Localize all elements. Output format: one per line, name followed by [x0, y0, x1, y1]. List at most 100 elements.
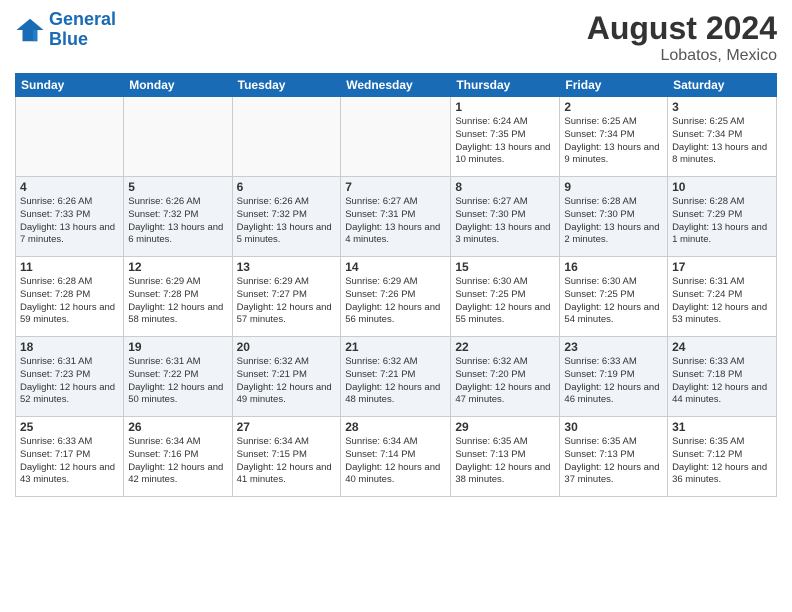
day-number: 1 [455, 100, 555, 114]
day-number: 11 [20, 260, 119, 274]
calendar-cell: 21 Sunrise: 6:32 AM Sunset: 7:21 PM Dayli… [341, 337, 451, 417]
calendar-cell [16, 97, 124, 177]
day-number: 21 [345, 340, 446, 354]
calendar-cell: 15 Sunrise: 6:30 AM Sunset: 7:25 PM Dayli… [451, 257, 560, 337]
col-wednesday: Wednesday [341, 74, 451, 97]
day-number: 13 [237, 260, 337, 274]
day-number: 18 [20, 340, 119, 354]
day-number: 28 [345, 420, 446, 434]
day-info: Sunrise: 6:33 AM Sunset: 7:18 PM Dayligh… [672, 356, 772, 407]
calendar-cell: 18 Sunrise: 6:31 AM Sunset: 7:23 PM Dayli… [16, 337, 124, 417]
month-year: August 2024 [587, 10, 777, 47]
calendar-cell: 20 Sunrise: 6:32 AM Sunset: 7:21 PM Dayli… [232, 337, 341, 417]
day-number: 3 [672, 100, 772, 114]
day-info: Sunrise: 6:28 AM Sunset: 7:29 PM Dayligh… [672, 196, 772, 247]
calendar-week-3: 11 Sunrise: 6:28 AM Sunset: 7:28 PM Dayli… [16, 257, 777, 337]
day-info: Sunrise: 6:31 AM Sunset: 7:22 PM Dayligh… [128, 356, 227, 407]
calendar-cell [341, 97, 451, 177]
logo-blue: Blue [49, 29, 88, 49]
calendar-cell: 13 Sunrise: 6:29 AM Sunset: 7:27 PM Dayli… [232, 257, 341, 337]
calendar-cell: 12 Sunrise: 6:29 AM Sunset: 7:28 PM Dayli… [124, 257, 232, 337]
day-info: Sunrise: 6:26 AM Sunset: 7:32 PM Dayligh… [128, 196, 227, 247]
day-number: 26 [128, 420, 227, 434]
calendar-cell: 5 Sunrise: 6:26 AM Sunset: 7:32 PM Daylig… [124, 177, 232, 257]
day-number: 20 [237, 340, 337, 354]
day-info: Sunrise: 6:24 AM Sunset: 7:35 PM Dayligh… [455, 116, 555, 167]
calendar-cell: 30Sunrise: 6:35 AM Sunset: 7:13 PM Dayli… [560, 417, 668, 497]
day-info: Sunrise: 6:30 AM Sunset: 7:25 PM Dayligh… [564, 276, 663, 327]
day-info: Sunrise: 6:25 AM Sunset: 7:34 PM Dayligh… [564, 116, 663, 167]
calendar-week-2: 4 Sunrise: 6:26 AM Sunset: 7:33 PM Daylig… [16, 177, 777, 257]
day-info: Sunrise: 6:27 AM Sunset: 7:31 PM Dayligh… [345, 196, 446, 247]
calendar-cell: 6 Sunrise: 6:26 AM Sunset: 7:32 PM Daylig… [232, 177, 341, 257]
day-number: 7 [345, 180, 446, 194]
logo: General Blue [15, 10, 116, 50]
col-friday: Friday [560, 74, 668, 97]
day-number: 27 [237, 420, 337, 434]
day-info: Sunrise: 6:29 AM Sunset: 7:27 PM Dayligh… [237, 276, 337, 327]
day-number: 6 [237, 180, 337, 194]
day-info: Sunrise: 6:32 AM Sunset: 7:21 PM Dayligh… [345, 356, 446, 407]
calendar-cell: 9Sunrise: 6:28 AM Sunset: 7:30 PM Daylig… [560, 177, 668, 257]
calendar-cell: 22Sunrise: 6:32 AM Sunset: 7:20 PM Dayli… [451, 337, 560, 417]
calendar-cell: 10 Sunrise: 6:28 AM Sunset: 7:29 PM Dayli… [668, 177, 777, 257]
day-info: Sunrise: 6:25 AM Sunset: 7:34 PM Dayligh… [672, 116, 772, 167]
day-number: 17 [672, 260, 772, 274]
logo-icon [15, 15, 45, 45]
day-info: Sunrise: 6:35 AM Sunset: 7:12 PM Dayligh… [672, 436, 772, 487]
day-number: 25 [20, 420, 119, 434]
day-number: 24 [672, 340, 772, 354]
calendar-cell: 11 Sunrise: 6:28 AM Sunset: 7:28 PM Dayli… [16, 257, 124, 337]
day-info: Sunrise: 6:34 AM Sunset: 7:14 PM Dayligh… [345, 436, 446, 487]
calendar-cell: 1 Sunrise: 6:24 AM Sunset: 7:35 PM Daylig… [451, 97, 560, 177]
day-number: 15 [455, 260, 555, 274]
calendar-week-4: 18 Sunrise: 6:31 AM Sunset: 7:23 PM Dayli… [16, 337, 777, 417]
day-info: Sunrise: 6:29 AM Sunset: 7:28 PM Dayligh… [128, 276, 227, 327]
day-number: 30 [564, 420, 663, 434]
calendar-cell: 14Sunrise: 6:29 AM Sunset: 7:26 PM Dayli… [341, 257, 451, 337]
calendar-cell: 2 Sunrise: 6:25 AM Sunset: 7:34 PM Daylig… [560, 97, 668, 177]
day-info: Sunrise: 6:29 AM Sunset: 7:26 PM Dayligh… [345, 276, 446, 327]
calendar-cell: 19 Sunrise: 6:31 AM Sunset: 7:22 PM Dayli… [124, 337, 232, 417]
calendar-cell: 29Sunrise: 6:35 AM Sunset: 7:13 PM Dayli… [451, 417, 560, 497]
calendar-cell: 4 Sunrise: 6:26 AM Sunset: 7:33 PM Daylig… [16, 177, 124, 257]
day-number: 16 [564, 260, 663, 274]
day-number: 4 [20, 180, 119, 194]
day-info: Sunrise: 6:26 AM Sunset: 7:32 PM Dayligh… [237, 196, 337, 247]
calendar-cell: 16 Sunrise: 6:30 AM Sunset: 7:25 PM Dayli… [560, 257, 668, 337]
col-monday: Monday [124, 74, 232, 97]
day-info: Sunrise: 6:28 AM Sunset: 7:28 PM Dayligh… [20, 276, 119, 327]
logo-text: General Blue [49, 10, 116, 50]
day-number: 2 [564, 100, 663, 114]
logo-general: General [49, 9, 116, 29]
calendar-cell: 7 Sunrise: 6:27 AM Sunset: 7:31 PM Daylig… [341, 177, 451, 257]
day-number: 5 [128, 180, 227, 194]
header: General Blue August 2024 Lobatos, Mexico [15, 10, 777, 65]
title-block: August 2024 Lobatos, Mexico [587, 10, 777, 65]
day-info: Sunrise: 6:32 AM Sunset: 7:20 PM Dayligh… [455, 356, 555, 407]
calendar-cell [124, 97, 232, 177]
day-number: 19 [128, 340, 227, 354]
calendar-week-5: 25Sunrise: 6:33 AM Sunset: 7:17 PM Dayli… [16, 417, 777, 497]
calendar-cell: 28 Sunrise: 6:34 AM Sunset: 7:14 PM Dayli… [341, 417, 451, 497]
day-info: Sunrise: 6:30 AM Sunset: 7:25 PM Dayligh… [455, 276, 555, 327]
day-number: 10 [672, 180, 772, 194]
calendar-week-1: 1 Sunrise: 6:24 AM Sunset: 7:35 PM Daylig… [16, 97, 777, 177]
day-info: Sunrise: 6:26 AM Sunset: 7:33 PM Dayligh… [20, 196, 119, 247]
day-info: Sunrise: 6:35 AM Sunset: 7:13 PM Dayligh… [455, 436, 555, 487]
day-number: 9 [564, 180, 663, 194]
day-info: Sunrise: 6:31 AM Sunset: 7:24 PM Dayligh… [672, 276, 772, 327]
day-number: 12 [128, 260, 227, 274]
calendar-cell: 17 Sunrise: 6:31 AM Sunset: 7:24 PM Dayli… [668, 257, 777, 337]
calendar-cell: 25Sunrise: 6:33 AM Sunset: 7:17 PM Dayli… [16, 417, 124, 497]
col-sunday: Sunday [16, 74, 124, 97]
calendar-cell: 27 Sunrise: 6:34 AM Sunset: 7:15 PM Dayli… [232, 417, 341, 497]
day-info: Sunrise: 6:32 AM Sunset: 7:21 PM Dayligh… [237, 356, 337, 407]
day-info: Sunrise: 6:31 AM Sunset: 7:23 PM Dayligh… [20, 356, 119, 407]
calendar-cell [232, 97, 341, 177]
col-thursday: Thursday [451, 74, 560, 97]
day-info: Sunrise: 6:34 AM Sunset: 7:15 PM Dayligh… [237, 436, 337, 487]
location: Lobatos, Mexico [587, 47, 777, 65]
col-tuesday: Tuesday [232, 74, 341, 97]
col-saturday: Saturday [668, 74, 777, 97]
